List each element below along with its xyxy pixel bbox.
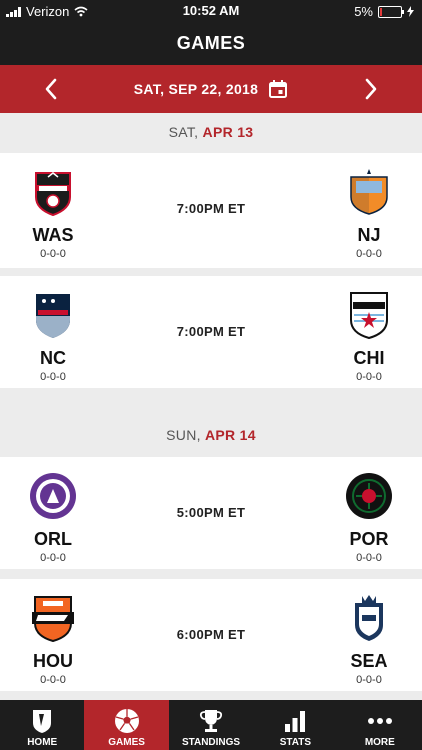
tab-label: STATS — [279, 737, 312, 748]
team-record: 0-0-0 — [40, 552, 66, 564]
reign-logo-icon — [355, 595, 383, 641]
tab-standings[interactable]: STANDINGS — [169, 700, 253, 750]
tab-bar: HOME GAMES STANDINGS STATS MORE — [0, 700, 422, 750]
team-record: 0-0-0 — [40, 248, 66, 260]
game-card[interactable]: HOU 0-0-0 6:00PM ET SEA 0-0-0 — [0, 579, 422, 691]
team-record: 0-0-0 — [356, 248, 382, 260]
team-record: 0-0-0 — [40, 674, 66, 686]
tab-games[interactable]: GAMES — [84, 700, 169, 750]
calendar-icon[interactable] — [268, 79, 288, 99]
tab-home[interactable]: HOME — [0, 700, 84, 750]
day-weekday: SAT, — [168, 124, 203, 140]
charging-icon — [407, 6, 414, 17]
status-bar: Verizon 10:52 AM 5% — [0, 0, 422, 22]
bar-chart-icon — [285, 711, 306, 732]
next-date-button[interactable] — [358, 77, 382, 101]
day-header: SUN, APR 14 — [0, 427, 422, 443]
game-card[interactable]: ORL 0-0-0 5:00PM ET POR 0-0-0 — [0, 457, 422, 569]
red-stars-logo-icon — [350, 292, 388, 340]
battery-percent: 5% — [354, 4, 373, 19]
team-record: 0-0-0 — [356, 371, 382, 383]
away-team[interactable]: NJ 0-0-0 — [324, 167, 414, 260]
tab-label: STANDINGS — [181, 737, 241, 748]
team-abbreviation: POR — [349, 529, 389, 549]
date-navigation: SAT, SEP 22, 2018 — [0, 65, 422, 113]
team-abbreviation: WAS — [32, 225, 74, 245]
team-record: 0-0-0 — [40, 371, 66, 383]
nwsl-logo-icon — [33, 710, 52, 733]
tab-more[interactable]: MORE — [338, 700, 422, 750]
team-abbreviation: CHI — [353, 348, 385, 368]
battery-icon — [378, 5, 404, 18]
day-weekday: SUN, — [166, 427, 205, 443]
day-date: APR 13 — [202, 124, 254, 140]
status-right: 5% — [354, 4, 414, 19]
soccer-ball-icon — [114, 709, 139, 733]
game-card[interactable]: NC 0-0-0 7:00PM ET CHI 0-0-0 — [0, 276, 422, 388]
more-dots-icon — [367, 718, 392, 724]
team-abbreviation: NJ — [357, 225, 381, 245]
team-record: 0-0-0 — [356, 674, 382, 686]
sky-blue-logo-icon — [350, 169, 388, 215]
day-date: APR 14 — [205, 427, 256, 443]
day-header: SAT, APR 13 — [0, 124, 422, 140]
team-abbreviation: SEA — [350, 651, 388, 671]
tab-label: GAMES — [108, 737, 145, 748]
team-abbreviation: ORL — [34, 529, 72, 549]
current-date-label: SAT, SEP 22, 2018 — [133, 81, 259, 97]
tab-label: MORE — [364, 737, 395, 748]
away-team[interactable]: CHI 0-0-0 — [324, 290, 414, 383]
tab-stats[interactable]: STATS — [253, 700, 337, 750]
game-card[interactable]: WAS 0-0-0 7:00PM ET NJ 0-0-0 — [0, 153, 422, 268]
away-team[interactable]: SEA 0-0-0 — [324, 593, 414, 686]
team-record: 0-0-0 — [356, 552, 382, 564]
team-abbreviation: HOU — [33, 651, 73, 671]
tab-label: HOME — [27, 737, 58, 748]
trophy-icon — [199, 710, 223, 732]
team-abbreviation: NC — [40, 348, 66, 368]
away-team[interactable]: POR 0-0-0 — [324, 471, 414, 564]
thorns-logo-icon — [346, 473, 392, 519]
page-title: GAMES — [0, 22, 422, 65]
